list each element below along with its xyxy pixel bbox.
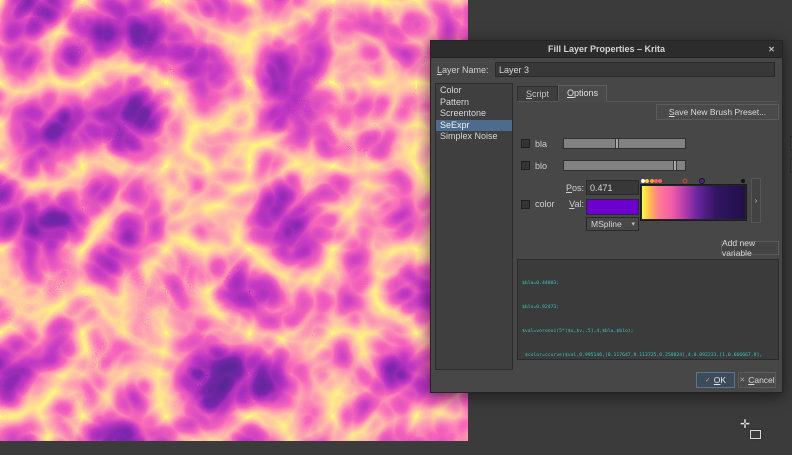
ok-button-label: OK <box>714 375 726 385</box>
pos-value-field[interactable] <box>586 180 639 195</box>
seexpr-tabbar: Script Options <box>517 85 777 102</box>
cancel-button-label: Cancel <box>748 375 774 385</box>
tab-script[interactable]: Script <box>517 86 558 101</box>
pos-label: Pos: <box>559 183 584 193</box>
check-icon: ✓ <box>705 376 711 384</box>
fill-layer-properties-dialog: Fill Layer Properties – Krita ✕ Layer Na… <box>430 40 783 393</box>
generator-item-pattern[interactable]: Pattern <box>436 97 512 109</box>
generator-list: Color Pattern Screentone SeExpr Simplex … <box>435 83 513 370</box>
save-new-brush-preset-button[interactable]: Save New Brush Preset... <box>656 104 779 120</box>
tab-options[interactable]: Options <box>558 85 607 102</box>
chevron-down-icon: ▾ <box>631 220 635 228</box>
blo-slider[interactable] <box>563 160 686 171</box>
layer-rect-icon <box>750 430 761 439</box>
bla-label: bla <box>535 139 563 149</box>
generator-item-simplex-noise[interactable]: Simplex Noise <box>436 131 512 143</box>
generator-item-color[interactable]: Color <box>436 85 512 97</box>
script-line: $val=voronoi(5*[$u,$v,.5],4,$bla,$blo); <box>522 327 774 335</box>
script-line: $blo=0.92473; <box>522 303 774 311</box>
val-label: Val: <box>559 199 584 209</box>
canvas-texture[interactable] <box>0 0 468 441</box>
color-checkbox[interactable] <box>521 200 530 209</box>
ok-button[interactable]: ✓ OK <box>696 372 735 388</box>
bla-slider[interactable] <box>563 138 686 149</box>
layer-name-input[interactable] <box>495 62 775 77</box>
bla-checkbox[interactable] <box>521 139 530 148</box>
gradient-stop-marker[interactable] <box>683 179 688 184</box>
seexpr-script-editor[interactable]: $bla=0.44803; $blo=0.92473; $val=voronoi… <box>517 259 779 360</box>
voronoi-texture-image <box>0 0 468 441</box>
move-layer-cursor: ✛ <box>740 417 770 449</box>
bla-slider-handle[interactable] <box>615 139 619 148</box>
dialog-titlebar[interactable]: Fill Layer Properties – Krita ✕ <box>431 41 782 58</box>
gradient-stop-marker[interactable] <box>658 179 662 183</box>
chevron-right-icon: › <box>755 196 758 205</box>
cancel-button[interactable]: ✕ Cancel <box>738 372 776 388</box>
generator-item-screentone[interactable]: Screentone <box>436 108 512 120</box>
generator-item-seexpr[interactable]: SeExpr <box>436 120 512 132</box>
blo-slider-handle[interactable] <box>673 161 677 170</box>
interpolation-value: MSpline <box>591 219 622 229</box>
move-cross-icon: ✛ <box>740 417 750 431</box>
color-value-swatch[interactable] <box>586 199 639 215</box>
dialog-title: Fill Layer Properties – Krita <box>548 44 665 54</box>
layer-name-label: Layer Name: <box>437 65 495 75</box>
gradient-strip[interactable] <box>642 186 745 219</box>
gradient-ramp-frame <box>640 184 747 221</box>
add-new-variable-button[interactable]: Add new variable <box>721 241 779 255</box>
script-line: $bla=0.44803; <box>522 279 774 287</box>
script-line: $color=ccurve($val,0.995146,[0.117647,0.… <box>522 351 774 359</box>
blo-checkbox[interactable] <box>521 161 530 170</box>
interpolation-dropdown[interactable]: MSpline ▾ <box>586 217 639 231</box>
blo-label: blo <box>535 161 563 171</box>
close-icon[interactable]: ✕ <box>765 43 778 56</box>
cross-icon: ✕ <box>739 376 745 384</box>
gradient-stop-marker[interactable] <box>741 179 745 183</box>
gradient-expand-button[interactable]: › <box>751 178 761 223</box>
